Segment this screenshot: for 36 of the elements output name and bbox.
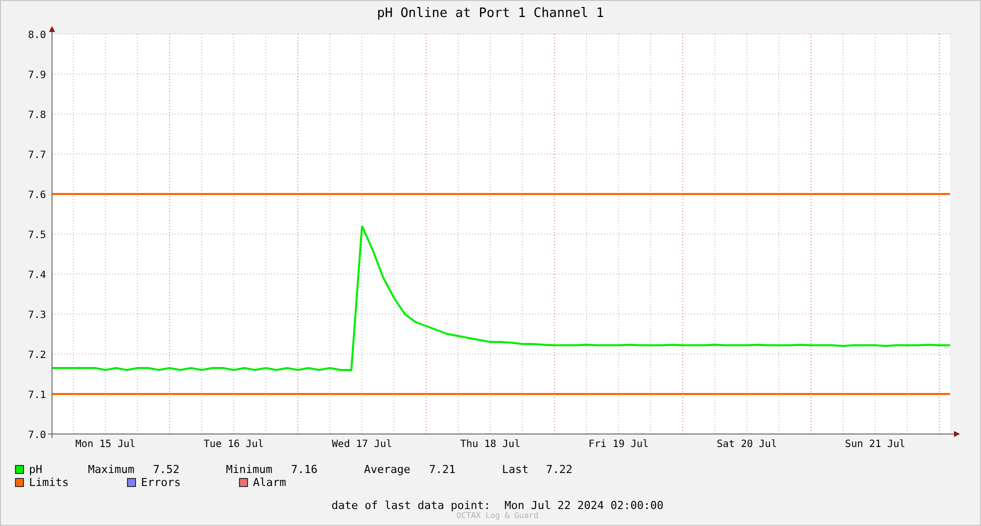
last-data-label: date of last data point:: [332, 499, 490, 512]
stat-label: Last: [502, 463, 530, 476]
legend-label: pH: [29, 463, 42, 476]
axis-label: 7.8: [28, 110, 46, 121]
axis-label: 7.1: [28, 390, 46, 401]
axis-label: Sun 21 Jul: [845, 439, 906, 450]
stat-label: Minimum: [226, 463, 274, 476]
legend-label: Limits: [29, 476, 69, 489]
axis-label: 7.4: [28, 270, 46, 281]
stat-value: 7.22: [546, 463, 572, 476]
chart-title: pH Online at Port 1 Channel 1: [376, 4, 605, 22]
axis-label: 7.6: [28, 190, 46, 201]
axis-label: 8.0: [28, 30, 46, 41]
axis-label: 7.3: [28, 310, 46, 321]
watermark-text: OCTAX Log & Guard: [456, 511, 540, 520]
stat-value: 7.21: [429, 463, 456, 476]
axis-label: Tue 16 Jul: [204, 439, 264, 450]
legend-swatch: [15, 478, 24, 487]
legend-label: Errors: [141, 476, 181, 489]
last-data-value: Mon Jul 22 2024 02:00:00: [504, 499, 664, 512]
axis-label: 7.9: [28, 70, 46, 81]
axis-label: 7.7: [28, 150, 46, 161]
legend-swatch: [15, 465, 24, 474]
axis-label: Thu 18 Jul: [460, 439, 520, 450]
stat-value: 7.52: [153, 463, 180, 476]
axis-label: 7.0: [28, 430, 46, 441]
stat-label: Average: [364, 463, 412, 476]
axis-label: Wed 17 Jul: [332, 439, 392, 450]
axis-label: 7.5: [28, 230, 46, 241]
axis-label: 7.2: [28, 350, 46, 361]
axis-label: Mon 15 Jul: [75, 439, 136, 450]
legend-label: Alarm: [253, 476, 286, 489]
axis-label: Fri 19 Jul: [588, 439, 649, 450]
axis-label: Sat 20 Jul: [716, 439, 777, 450]
stat-value: 7.16: [291, 463, 318, 476]
stat-label: Maximum: [88, 463, 136, 476]
